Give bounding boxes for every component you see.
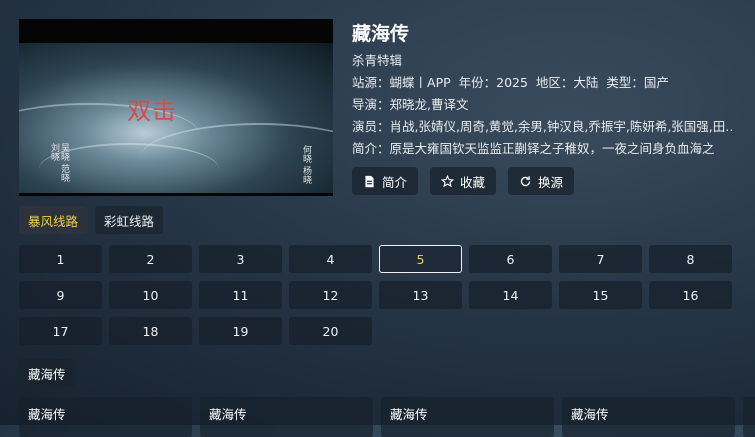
type-value: 国产 bbox=[643, 75, 669, 90]
related-card[interactable]: 藏海传 bbox=[381, 397, 554, 437]
year-value: 2025 bbox=[496, 75, 528, 90]
year-label: 年份： bbox=[458, 75, 497, 90]
episode-button-current[interactable]: 5 bbox=[379, 245, 462, 273]
show-title: 藏海传 bbox=[352, 23, 410, 45]
episode-button[interactable]: 8 bbox=[649, 245, 732, 273]
episode-button[interactable]: 9 bbox=[19, 281, 102, 309]
director-label: 导演： bbox=[352, 97, 390, 112]
episode-button[interactable]: 1 bbox=[19, 245, 102, 273]
refresh-icon bbox=[520, 175, 531, 186]
action-bar: 简介 收藏 换源 bbox=[352, 167, 575, 195]
director-value: 郑晓龙,曹译文 bbox=[389, 97, 469, 112]
episode-button[interactable]: 17 bbox=[19, 317, 102, 345]
intro-button-label: 简介 bbox=[382, 174, 408, 190]
episode-subtitle: 杀青特辑 bbox=[352, 53, 403, 68]
video-player[interactable]: 双击 吴晓 范晓 刘晓 何晓 杨晓 bbox=[19, 19, 333, 196]
switch-source-button-label: 换源 bbox=[538, 174, 564, 190]
favorite-button-label: 收藏 bbox=[460, 174, 486, 190]
region-label: 地区： bbox=[535, 75, 574, 90]
site-value: 蝴蝶丨APP bbox=[389, 75, 451, 90]
episode-button[interactable]: 6 bbox=[469, 245, 552, 273]
episode-button[interactable]: 18 bbox=[109, 317, 192, 345]
episode-button[interactable]: 3 bbox=[199, 245, 282, 273]
episode-button[interactable]: 14 bbox=[469, 281, 552, 309]
episode-button[interactable]: 19 bbox=[199, 317, 282, 345]
favorite-button[interactable]: 收藏 bbox=[430, 167, 497, 195]
intro-value: 原是大雍国钦天监监正蒯铎之子稚奴，一夜之间身负血海之 bbox=[389, 141, 715, 156]
actors-value: 肖战,张婧仪,周奇,黄觉,余男,钟汉良,乔振宇,陈妍希,张国强,田… bbox=[389, 119, 732, 134]
intro-line: 简介：原是大雍国钦天监监正蒯铎之子稚奴，一夜之间身负血海之 bbox=[352, 138, 724, 157]
episode-button[interactable]: 16 bbox=[649, 281, 732, 309]
episode-button[interactable]: 10 bbox=[109, 281, 192, 309]
related-card-partial[interactable] bbox=[743, 397, 755, 437]
site-label: 站源： bbox=[352, 75, 390, 90]
episode-button[interactable]: 13 bbox=[379, 281, 462, 309]
intro-label: 简介： bbox=[352, 141, 390, 156]
star-icon bbox=[441, 174, 455, 187]
type-label: 类型： bbox=[606, 75, 644, 90]
related-card[interactable]: 藏海传 bbox=[200, 397, 373, 437]
episode-button[interactable]: 4 bbox=[289, 245, 372, 273]
actors-label: 演员： bbox=[352, 119, 390, 134]
source-tab[interactable]: 暴风线路 bbox=[19, 206, 88, 234]
director-line: 导演：郑晓龙,曹译文 bbox=[352, 94, 469, 113]
document-icon bbox=[365, 175, 374, 187]
credits-right: 何晓 杨晓 bbox=[301, 145, 311, 184]
intro-button[interactable]: 简介 bbox=[352, 167, 419, 195]
episode-button[interactable]: 15 bbox=[559, 281, 642, 309]
episode-button[interactable]: 11 bbox=[199, 281, 282, 309]
episode-button[interactable]: 20 bbox=[289, 317, 372, 345]
switch-source-button[interactable]: 换源 bbox=[508, 167, 575, 195]
season-group-tab[interactable]: 藏海传 bbox=[19, 359, 75, 387]
meta-line: 站源：蝴蝶丨APP 年份：2025 地区：大陆 类型：国产 bbox=[352, 72, 669, 91]
episode-button[interactable]: 2 bbox=[109, 245, 192, 273]
video-title-text: 双击 bbox=[127, 97, 177, 125]
video-frame[interactable]: 双击 吴晓 范晓 刘晓 何晓 杨晓 bbox=[19, 43, 333, 193]
region-value: 大陆 bbox=[573, 75, 599, 90]
credits-left: 吴晓 范晓 刘晓 bbox=[49, 143, 69, 182]
source-tabs: 暴风线路 彩虹线路 bbox=[19, 206, 164, 234]
related-card[interactable]: 藏海传 bbox=[562, 397, 735, 437]
actors-line: 演员：肖战,张婧仪,周奇,黄觉,余男,钟汉良,乔振宇,陈妍希,张国强,田… bbox=[352, 116, 732, 135]
related-card[interactable]: 藏海传 bbox=[19, 397, 192, 437]
episode-button[interactable]: 12 bbox=[289, 281, 372, 309]
source-tab[interactable]: 彩虹线路 bbox=[95, 206, 164, 234]
episode-button[interactable]: 7 bbox=[559, 245, 642, 273]
